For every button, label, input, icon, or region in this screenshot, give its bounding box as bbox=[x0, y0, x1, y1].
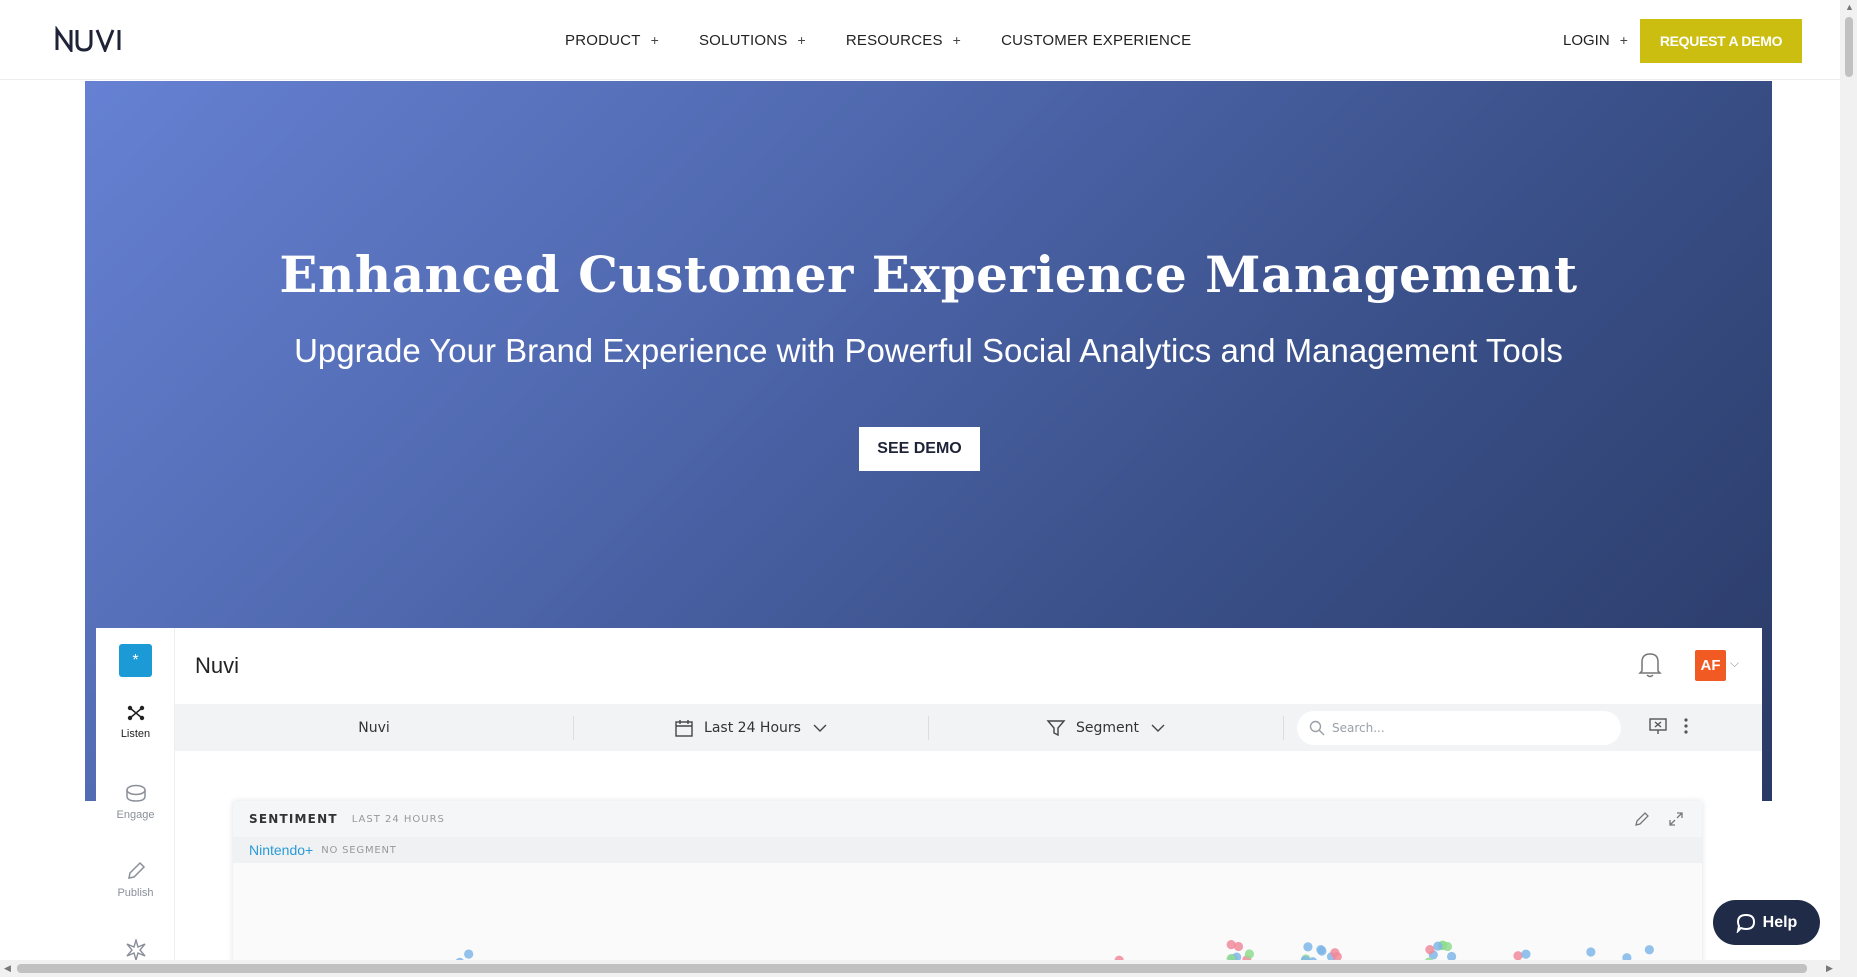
brand-link[interactable]: Nintendo+ bbox=[249, 842, 313, 858]
avatar[interactable]: AF bbox=[1695, 650, 1726, 681]
nav-solutions-label: SOLUTIONS bbox=[698, 31, 788, 49]
nuvi-logo[interactable] bbox=[55, 26, 135, 52]
segment-label: Segment bbox=[1076, 719, 1139, 736]
chevron-down-icon[interactable]: ⌵ bbox=[1730, 656, 1739, 671]
nav-solutions[interactable]: SOLUTIONS + bbox=[699, 32, 806, 49]
plus-icon: + bbox=[650, 32, 659, 48]
app-preview: * Listen Engage Publish Nuvi AF ⌵ Nuvi L… bbox=[96, 628, 1762, 963]
sentiment-plot bbox=[233, 863, 1702, 963]
engage-icon bbox=[125, 784, 146, 802]
account-selector[interactable]: Nuvi bbox=[175, 704, 573, 751]
filter-icon bbox=[1046, 719, 1066, 736]
presentation-icon[interactable] bbox=[1648, 716, 1668, 736]
plus-icon: + bbox=[952, 32, 962, 48]
scroll-up-icon[interactable]: ▲ bbox=[1845, 2, 1854, 12]
rail-item-label: Engage bbox=[116, 809, 155, 821]
search-placeholder: Search... bbox=[1332, 721, 1385, 735]
pencil-icon bbox=[127, 861, 145, 879]
sentiment-dot bbox=[1521, 949, 1531, 959]
scroll-left-icon[interactable]: ◀ bbox=[4, 963, 11, 974]
nav-product-label: PRODUCT bbox=[565, 31, 641, 49]
sentiment-dot bbox=[1226, 940, 1236, 950]
help-button[interactable]: Help bbox=[1713, 900, 1820, 945]
network-icon bbox=[127, 705, 144, 721]
search-input[interactable]: Search... bbox=[1297, 711, 1621, 745]
sentiment-dot bbox=[1330, 948, 1340, 958]
sentiment-dots bbox=[455, 940, 1654, 963]
card-range: LAST 24 HOURS bbox=[351, 813, 445, 825]
horizontal-scroll-thumb[interactable] bbox=[17, 964, 1807, 973]
vertical-scroll-thumb[interactable] bbox=[1845, 17, 1853, 77]
chat-bubble-icon bbox=[1736, 913, 1755, 933]
sentiment-dot bbox=[1644, 945, 1654, 955]
date-range-selector[interactable]: Last 24 Hours bbox=[573, 704, 928, 751]
card-header: SENTIMENT LAST 24 HOURS bbox=[233, 801, 1702, 837]
vertical-scrollbar[interactable] bbox=[1840, 0, 1857, 977]
chevron-down-icon bbox=[1151, 724, 1165, 732]
sentiment-dot bbox=[464, 949, 474, 959]
card-subheader: Nintendo+ NO SEGMENT bbox=[233, 837, 1702, 863]
hero-title: Enhanced Customer Experience Management bbox=[279, 245, 1578, 304]
sentiment-dot bbox=[1513, 951, 1523, 961]
chevron-down-icon bbox=[813, 724, 827, 732]
nav-resources[interactable]: RESOURCES + bbox=[846, 32, 961, 49]
sentiment-dot bbox=[1244, 949, 1254, 959]
rail-item-label: Publish bbox=[117, 887, 154, 899]
app-toolbar: Nuvi Last 24 Hours Segment Search... bbox=[175, 704, 1762, 751]
main-nav: PRODUCT + SOLUTIONS + RESOURCES + CUSTOM… bbox=[565, 0, 1231, 80]
card-tools bbox=[1634, 811, 1684, 827]
nav-customer-experience[interactable]: CUSTOMER EXPERIENCE bbox=[1001, 32, 1191, 49]
nav-product[interactable]: PRODUCT + bbox=[565, 32, 659, 49]
app-sidebar: * Listen Engage Publish bbox=[96, 628, 175, 963]
site-header: PRODUCT + SOLUTIONS + RESOURCES + CUSTOM… bbox=[0, 0, 1840, 80]
request-demo-button[interactable]: REQUEST A DEMO bbox=[1640, 19, 1802, 63]
calendar-icon bbox=[675, 719, 693, 737]
sentiment-card: SENTIMENT LAST 24 HOURS Nintendo+ NO SEG… bbox=[233, 801, 1702, 963]
sentiment-dot bbox=[1586, 947, 1596, 957]
login-label: LOGIN bbox=[1563, 31, 1610, 49]
rail-item-publish[interactable]: Publish bbox=[96, 861, 175, 899]
search-icon bbox=[1309, 720, 1325, 736]
expand-icon[interactable] bbox=[1668, 811, 1684, 827]
more-icon[interactable] bbox=[1683, 716, 1689, 736]
sentiment-dot bbox=[1317, 946, 1327, 956]
help-label: Help bbox=[1762, 913, 1798, 931]
login-link[interactable]: LOGIN + bbox=[1563, 0, 1628, 80]
app-title: Nuvi bbox=[195, 653, 240, 678]
nav-resources-label: RESOURCES bbox=[845, 31, 943, 49]
date-range-label: Last 24 Hours bbox=[704, 719, 801, 736]
segment-selector[interactable]: Segment bbox=[928, 704, 1283, 751]
see-demo-button[interactable]: SEE DEMO bbox=[859, 427, 980, 471]
segment-tag: NO SEGMENT bbox=[321, 844, 397, 856]
divider bbox=[1283, 716, 1284, 740]
card-title: SENTIMENT bbox=[249, 812, 338, 826]
account-label: Nuvi bbox=[358, 719, 390, 736]
sentiment-dot bbox=[1425, 944, 1435, 955]
scroll-right-icon[interactable]: ▶ bbox=[1826, 963, 1833, 974]
hero-subtitle: Upgrade Your Brand Experience with Power… bbox=[294, 332, 1563, 369]
sentiment-dot bbox=[1303, 942, 1313, 952]
pencil-icon[interactable] bbox=[1634, 811, 1650, 827]
sentiment-dot bbox=[1442, 941, 1453, 952]
app-logo[interactable]: * bbox=[119, 644, 152, 677]
star-icon[interactable] bbox=[125, 939, 147, 961]
bell-icon[interactable] bbox=[1638, 650, 1662, 678]
plus-icon: + bbox=[1619, 32, 1628, 48]
rail-item-engage[interactable]: Engage bbox=[96, 783, 175, 821]
rail-item-listen[interactable]: Listen bbox=[96, 704, 175, 740]
sentiment-dot bbox=[1433, 941, 1443, 951]
plus-icon: + bbox=[797, 32, 806, 48]
rail-item-label: Listen bbox=[120, 728, 151, 740]
nav-customer-experience-label: CUSTOMER EXPERIENCE bbox=[1001, 31, 1192, 49]
